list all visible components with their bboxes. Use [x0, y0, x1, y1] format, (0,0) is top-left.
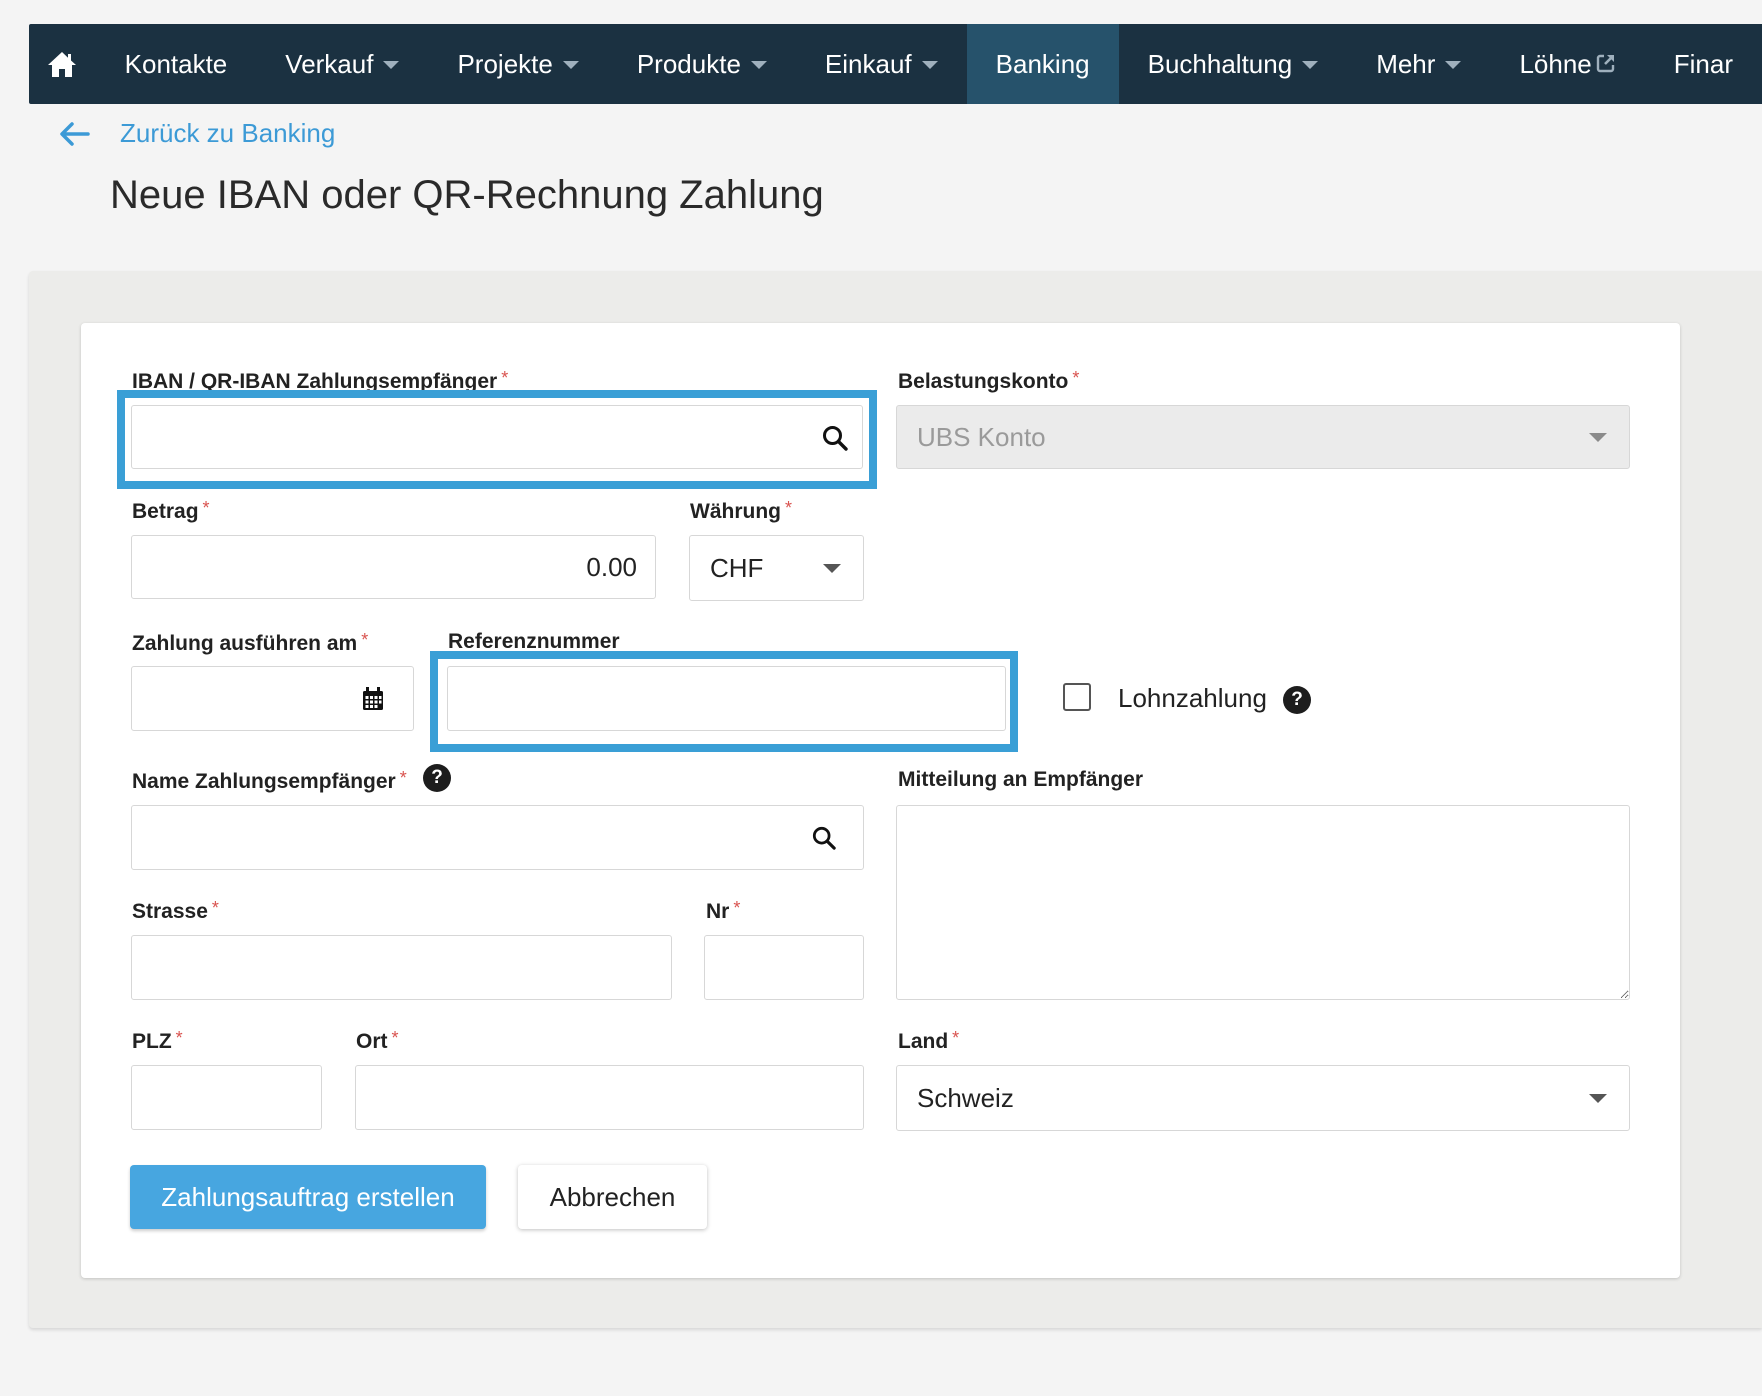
mitteilung-textarea[interactable] — [896, 805, 1630, 1000]
waehrung-label: Währung * — [690, 498, 792, 523]
nav-item-projekte[interactable]: Projekte — [428, 24, 607, 104]
required-marker: * — [952, 1028, 960, 1048]
required-marker: * — [202, 498, 210, 518]
chevron-down-icon — [383, 61, 400, 69]
required-marker: * — [361, 630, 369, 650]
name-label: Name Zahlungsempfänger * — [132, 768, 407, 793]
chevron-down-icon — [1302, 61, 1319, 69]
ort-input[interactable] — [355, 1065, 864, 1130]
betrag-input[interactable] — [131, 535, 656, 599]
nav-item-kontakte[interactable]: Kontakte — [96, 24, 257, 104]
required-marker: * — [1072, 368, 1080, 388]
required-marker: * — [399, 768, 407, 788]
nav-item-banking[interactable]: Banking — [966, 24, 1119, 104]
nav-label: Kontakte — [124, 48, 228, 79]
chevron-down-icon — [823, 564, 841, 573]
required-marker: * — [391, 1028, 399, 1048]
nav-item-verkauf[interactable]: Verkauf — [256, 24, 428, 104]
nr-input[interactable] — [704, 935, 864, 1000]
required-marker: * — [501, 368, 509, 388]
strasse-label: Strasse * — [132, 898, 219, 923]
page-title: Neue IBAN oder QR-Rechnung Zahlung — [110, 173, 824, 217]
help-icon[interactable]: ? — [1283, 686, 1311, 714]
waehrung-select[interactable]: CHF — [689, 535, 864, 601]
ort-label: Ort * — [356, 1028, 399, 1053]
nav-item-produkte[interactable]: Produkte — [608, 24, 796, 104]
nav-item-mehr[interactable]: Mehr — [1347, 24, 1490, 104]
belastungskonto-select[interactable]: UBS Konto — [896, 405, 1630, 469]
lohnzahlung-checkbox[interactable] — [1063, 683, 1091, 711]
focus-highlight — [117, 390, 877, 489]
land-value: Schweiz — [917, 1082, 1014, 1113]
nav-label: Mehr — [1376, 48, 1436, 79]
arrow-left-icon — [60, 121, 90, 146]
mitteilung-label: Mitteilung an Empfänger — [898, 768, 1144, 791]
chevron-down-icon — [562, 61, 579, 69]
home-icon[interactable] — [29, 24, 96, 104]
nav-item-buchhaltung[interactable]: Buchhaltung — [1119, 24, 1348, 104]
nav-label: Finar — [1673, 48, 1733, 79]
nav-label: Buchhaltung — [1147, 48, 1293, 79]
nr-label: Nr * — [706, 898, 741, 923]
belastungskonto-value: UBS Konto — [917, 421, 1046, 452]
create-payment-button[interactable]: Zahlungsauftrag erstellen — [130, 1165, 486, 1229]
nav-item-loehne[interactable]: Löhne — [1490, 24, 1644, 104]
betrag-label: Betrag * — [132, 498, 210, 523]
datum-label: Zahlung ausführen am * — [132, 630, 369, 655]
required-marker: * — [211, 898, 219, 918]
chevron-down-icon — [1589, 1094, 1607, 1103]
nav-label: Produkte — [636, 48, 741, 79]
belastungskonto-label: Belastungskonto * — [898, 368, 1080, 393]
chevron-down-icon — [750, 61, 767, 69]
lohnzahlung-label: Lohnzahlung — [1118, 683, 1267, 713]
nav-label: Projekte — [457, 48, 553, 79]
plz-label: PLZ * — [132, 1028, 183, 1053]
chevron-down-icon — [1445, 61, 1462, 69]
nav-label: Banking — [995, 48, 1090, 79]
required-marker: * — [175, 1028, 183, 1048]
nav-label: Einkauf — [824, 48, 912, 79]
required-marker: * — [784, 498, 792, 518]
nav-item-einkauf[interactable]: Einkauf — [796, 24, 967, 104]
help-icon[interactable]: ? — [423, 764, 451, 792]
search-icon[interactable] — [812, 826, 836, 850]
waehrung-value: CHF — [710, 552, 764, 583]
nav-label: Verkauf — [285, 48, 374, 79]
name-input[interactable] — [131, 805, 864, 870]
back-link[interactable]: Zurück zu Banking — [58, 118, 335, 149]
nav-item-finanzen[interactable]: Finar — [1645, 24, 1762, 104]
chevron-down-icon — [1589, 433, 1607, 442]
required-marker: * — [733, 898, 741, 918]
strasse-input[interactable] — [131, 935, 672, 1000]
top-navigation: Kontakte Verkauf Projekte Produkte Einka… — [29, 24, 1762, 104]
land-select[interactable]: Schweiz — [896, 1065, 1630, 1131]
external-link-icon — [1596, 49, 1616, 80]
calendar-icon[interactable] — [362, 687, 384, 711]
back-link-label: Zurück zu Banking — [120, 118, 336, 148]
chevron-down-icon — [921, 61, 938, 69]
cancel-button[interactable]: Abbrechen — [518, 1165, 707, 1229]
land-label: Land * — [898, 1028, 960, 1053]
plz-input[interactable] — [131, 1065, 322, 1130]
focus-highlight — [430, 651, 1018, 752]
nav-label: Löhne — [1519, 48, 1592, 79]
